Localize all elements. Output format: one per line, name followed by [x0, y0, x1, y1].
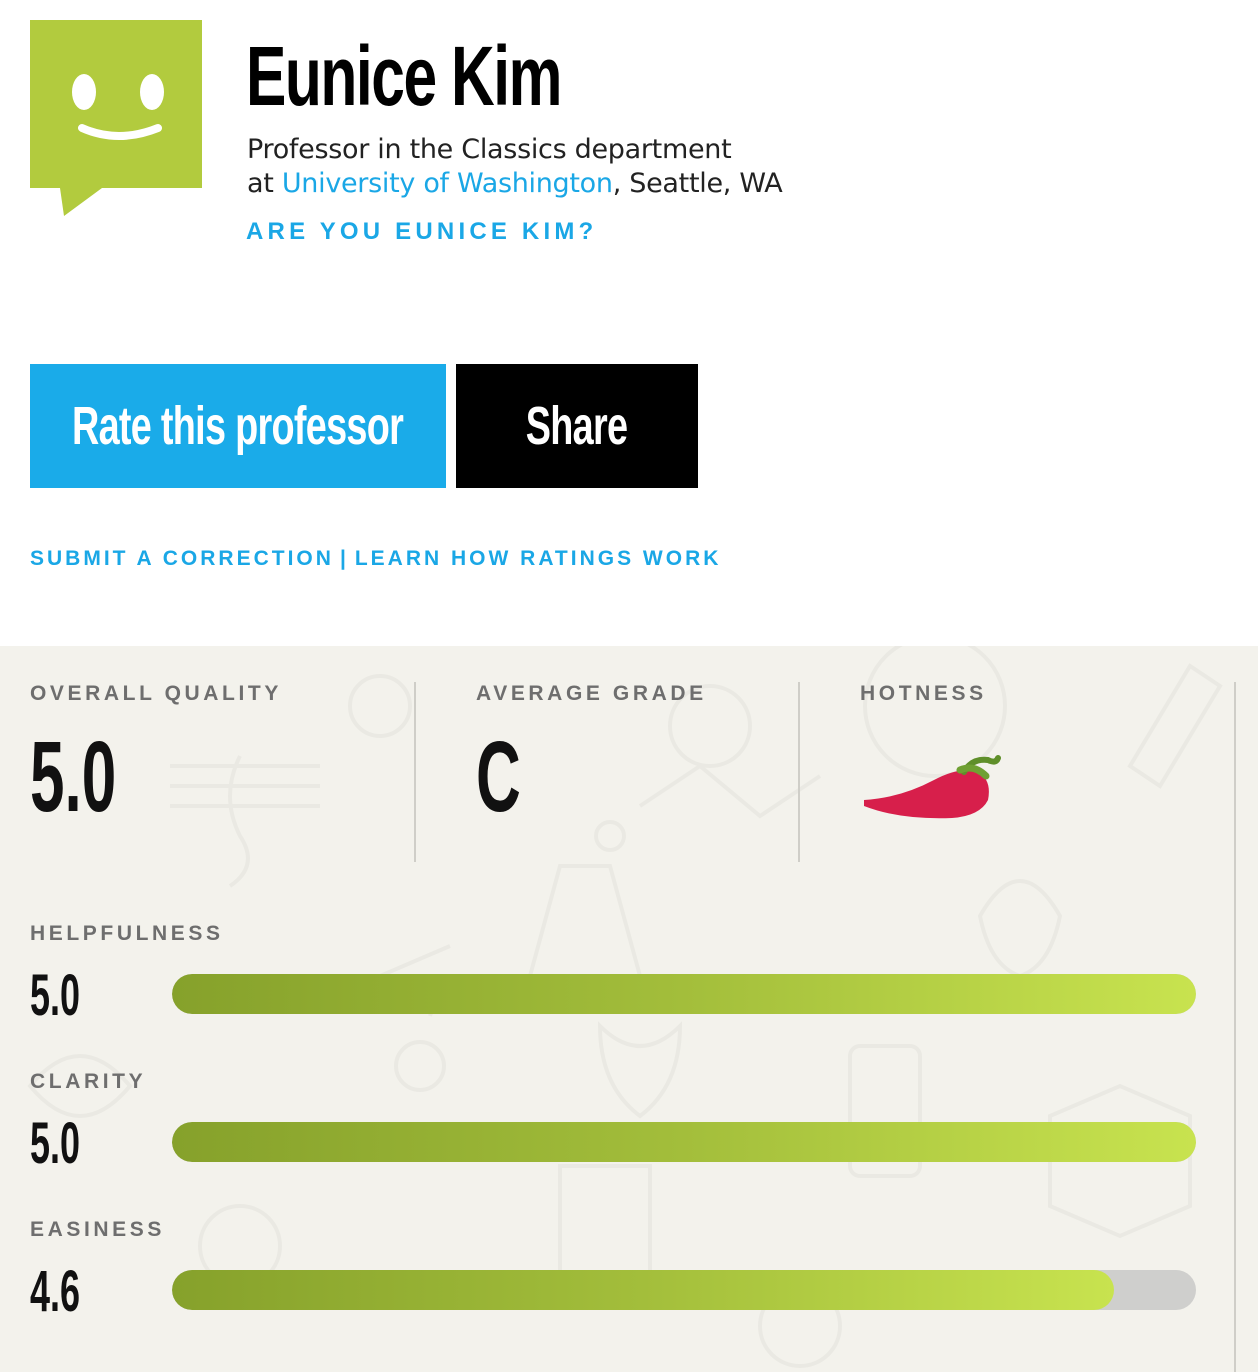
smiley-avatar-icon [30, 20, 202, 216]
clarity-label: CLARITY [30, 1070, 147, 1093]
learn-ratings-link[interactable]: LEARN HOW RATINGS WORK [355, 547, 722, 570]
hotness-label: HOTNESS [860, 682, 987, 705]
stats-divider [798, 682, 800, 862]
overall-quality-label: OVERALL QUALITY [30, 682, 282, 705]
average-grade-value: C [476, 721, 521, 833]
helpfulness-value: 5.0 [30, 963, 80, 1028]
stats-divider [414, 682, 416, 862]
clarity-bar [172, 1122, 1196, 1162]
department: Classics [461, 134, 567, 165]
helpfulness-label: HELPFULNESS [30, 922, 224, 945]
school-link[interactable]: University of Washington [282, 168, 613, 199]
ratings-panel: OVERALL QUALITY 5.0 AVERAGE GRADE C HOTN… [0, 646, 1258, 1372]
link-separator: | [339, 547, 349, 570]
claim-profile-link[interactable]: ARE YOU EUNICE KIM? [246, 218, 597, 246]
share-button[interactable]: Share [456, 364, 698, 488]
average-grade-label: AVERAGE GRADE [476, 682, 707, 705]
share-button-label: Share [526, 396, 628, 456]
title-suffix: department [574, 134, 732, 165]
at-text: at [247, 168, 274, 199]
professor-name: Eunice Kim [246, 29, 562, 123]
clarity-value: 5.0 [30, 1111, 80, 1176]
title-prefix: Professor in the [247, 134, 453, 165]
rate-professor-button[interactable]: Rate this professor [30, 364, 446, 488]
easiness-value: 4.6 [30, 1259, 80, 1324]
location: , Seattle, WA [612, 168, 783, 199]
rate-button-label: Rate this professor [72, 396, 404, 456]
professor-affiliation: Professor in the Classics department at … [247, 133, 783, 201]
helpfulness-bar-fill [172, 974, 1196, 1014]
stats-divider [1234, 682, 1236, 1372]
chili-pepper-icon [864, 755, 1001, 819]
clarity-bar-fill [172, 1122, 1196, 1162]
submit-correction-link[interactable]: SUBMIT A CORRECTION [30, 547, 334, 570]
helpfulness-bar [172, 974, 1196, 1014]
easiness-label: EASINESS [30, 1218, 165, 1241]
easiness-bar-fill [172, 1270, 1115, 1310]
profile-links: SUBMIT A CORRECTION | LEARN HOW RATINGS WO… [30, 547, 721, 571]
overall-quality-value: 5.0 [30, 721, 117, 833]
easiness-bar [172, 1270, 1196, 1310]
